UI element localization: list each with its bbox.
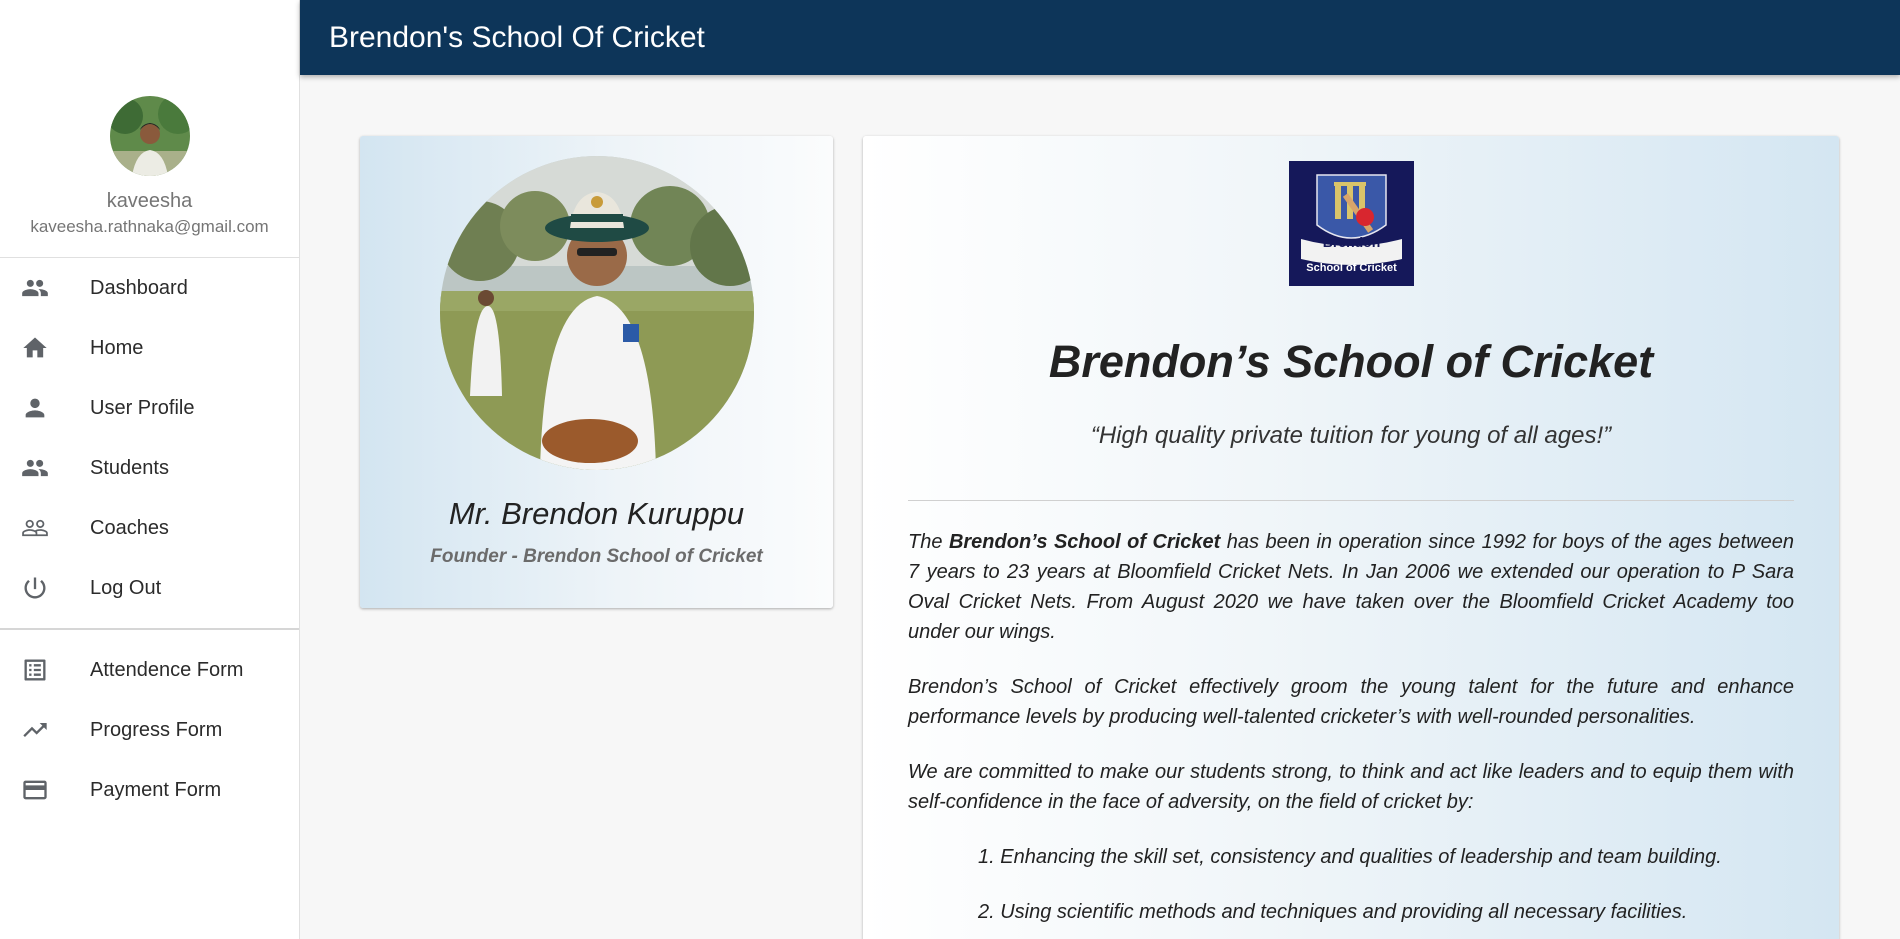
trending-up-icon bbox=[20, 715, 50, 745]
logo-text-brendon: Brendon bbox=[1322, 234, 1380, 250]
about-card: Brendon School of Cricket Brendon’s Scho… bbox=[863, 136, 1839, 939]
divider bbox=[0, 628, 299, 630]
nav-item-logout[interactable]: Log Out bbox=[0, 558, 299, 618]
people-outline-icon bbox=[20, 513, 50, 543]
about-paragraph-3: We are committed to make our students st… bbox=[908, 761, 1794, 813]
people-icon bbox=[20, 273, 50, 303]
nav-item-progress-form[interactable]: Progress Form bbox=[0, 700, 299, 760]
user-name: kaveesha bbox=[106, 190, 193, 212]
about-body: The Brendon’s School of Cricket has been… bbox=[863, 527, 1839, 927]
nav-label: Dashboard bbox=[90, 276, 188, 299]
nav-item-dashboard[interactable]: Dashboard bbox=[0, 258, 299, 318]
app-title: Brendon's School Of Cricket bbox=[329, 20, 705, 54]
about-paragraph-1: The Brendon’s School of Cricket has been… bbox=[908, 527, 1794, 647]
list-item: 2. Using scientific methods and techniqu… bbox=[978, 901, 1688, 923]
user-email: kaveesha.rathnaka@gmail.com bbox=[30, 217, 269, 236]
nav-item-payment-form[interactable]: Payment Form bbox=[0, 760, 299, 820]
nav-item-home[interactable]: Home bbox=[0, 318, 299, 378]
forms-nav: Attendence Form Progress Form Payment Fo… bbox=[0, 640, 299, 820]
avatar bbox=[109, 96, 190, 176]
founder-role: Founder - Brendon School of Cricket bbox=[430, 546, 763, 567]
school-title: Brendon’s School of Cricket bbox=[1048, 336, 1654, 387]
home-icon bbox=[20, 333, 50, 363]
nav-item-coaches[interactable]: Coaches bbox=[0, 498, 299, 558]
nav-label: Progress Form bbox=[90, 718, 223, 741]
nav-label: Payment Form bbox=[90, 778, 222, 801]
tagline: “High quality private tuition for young … bbox=[1090, 422, 1612, 449]
nav-item-user-profile[interactable]: User Profile bbox=[0, 378, 299, 438]
founder-photo bbox=[439, 156, 754, 470]
school-logo: Brendon School of Cricket bbox=[1288, 161, 1414, 286]
founder-name: Mr. Brendon Kuruppu bbox=[448, 496, 745, 531]
credit-card-icon bbox=[20, 775, 50, 805]
divider bbox=[908, 500, 1794, 501]
nav-label: Log Out bbox=[90, 576, 162, 599]
app-bar: Brendon's School Of Cricket bbox=[300, 0, 1900, 75]
about-paragraph-2: Brendon’s School of Cricket effectively … bbox=[908, 676, 1794, 728]
sidebar: kaveesha kaveesha.rathnaka@gmail.com Das… bbox=[0, 0, 300, 939]
people-icon bbox=[20, 453, 50, 483]
school-name-bold: Brendon’s School of Cricket bbox=[948, 531, 1221, 553]
user-profile-summary: kaveesha kaveesha.rathnaka@gmail.com bbox=[0, 0, 299, 237]
list-item: 1. Enhancing the skill set, consistency … bbox=[978, 846, 1722, 868]
text-span: The bbox=[908, 531, 949, 553]
logo-text-school: School of Cricket bbox=[1306, 262, 1397, 274]
commitment-list: 1. Enhancing the skill set, consistency … bbox=[908, 842, 1794, 927]
nav-label: Home bbox=[90, 336, 144, 359]
nav-item-students[interactable]: Students bbox=[0, 438, 299, 498]
nav-label: Coaches bbox=[90, 516, 169, 539]
primary-nav: Dashboard Home User Profile Students Coa… bbox=[0, 258, 299, 618]
nav-item-attendence-form[interactable]: Attendence Form bbox=[0, 640, 299, 700]
nav-label: User Profile bbox=[90, 396, 195, 419]
nav-label: Students bbox=[90, 456, 169, 479]
founder-card: Mr. Brendon Kuruppu Founder - Brendon Sc… bbox=[360, 136, 833, 608]
power-icon bbox=[20, 573, 50, 603]
list-icon bbox=[20, 655, 50, 685]
nav-label: Attendence Form bbox=[90, 658, 244, 681]
person-icon bbox=[20, 393, 50, 423]
